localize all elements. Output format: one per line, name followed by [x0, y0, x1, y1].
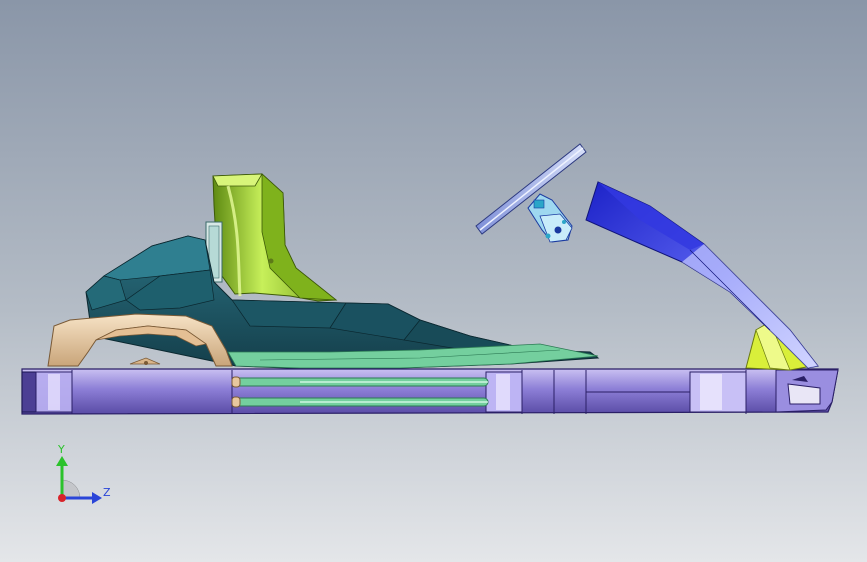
- y-axis-label: Y: [58, 443, 65, 456]
- z-axis-arrow: [92, 492, 102, 504]
- triad-graphic: [56, 456, 102, 504]
- body-shell[interactable]: [85, 235, 600, 371]
- graphics-viewport[interactable]: Y Z: [0, 0, 867, 562]
- steering-wheel[interactable]: [475, 143, 587, 235]
- x-axis-dot: [58, 494, 66, 502]
- chassis-frame[interactable]: [21, 368, 839, 415]
- nose-fairing[interactable]: [585, 181, 819, 369]
- steering-column[interactable]: [527, 193, 573, 243]
- y-axis-arrow: [56, 456, 68, 466]
- seat[interactable]: [205, 173, 338, 302]
- z-axis-label: Z: [103, 486, 111, 499]
